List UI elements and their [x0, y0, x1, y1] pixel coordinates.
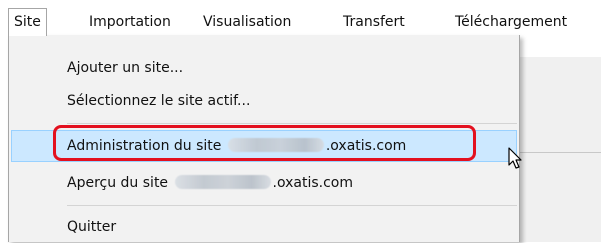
background-strip — [520, 35, 601, 57]
menu-item-label: Ajouter un site... — [67, 60, 184, 76]
menu-visualisation[interactable]: Visualisation — [203, 10, 291, 34]
menu-separator — [67, 205, 517, 206]
menu-item-quitter[interactable]: Quitter — [11, 211, 517, 243]
menu-importation[interactable]: Importation — [89, 10, 171, 34]
menu-item-label: Sélectionnez le site actif... — [67, 93, 251, 109]
background-window — [520, 35, 601, 242]
background-divider — [520, 152, 601, 153]
menu-item-apercu-site[interactable]: Aperçu du site .oxatis.com — [11, 167, 517, 199]
menu-item-domain-suffix: .oxatis.com — [272, 175, 353, 191]
menu-item-ajouter-site[interactable]: Ajouter un site... — [11, 52, 517, 84]
menu-item-label: Aperçu du site — [67, 175, 169, 191]
redacted-domain — [174, 175, 271, 189]
mouse-pointer-icon — [508, 147, 522, 169]
menu-telechargement[interactable]: Téléchargement — [455, 10, 567, 34]
menu-item-label: Quitter — [67, 219, 117, 235]
menu-site[interactable]: Site — [8, 8, 47, 36]
menu-transfert[interactable]: Transfert — [343, 10, 405, 34]
menu-bar: Site Importation Visualisation Transfert… — [0, 0, 601, 36]
menu-item-selectionner-site[interactable]: Sélectionnez le site actif... — [11, 85, 517, 117]
menu-separator — [67, 123, 517, 124]
annotation-highlight-box — [53, 125, 476, 161]
